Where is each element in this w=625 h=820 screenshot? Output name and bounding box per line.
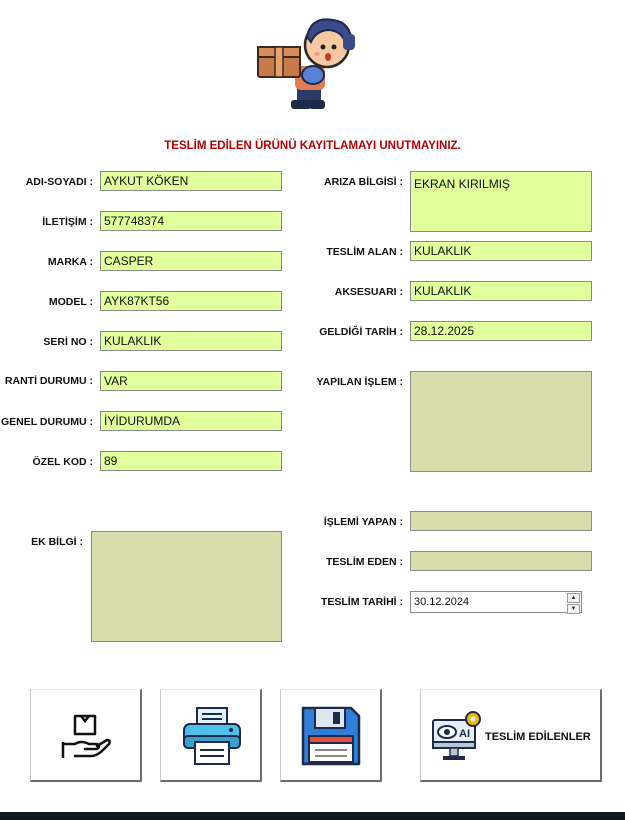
page-title: TESLİM EDİLEN ÜRÜNÜ KAYITLAMAYI UNUTMAYI… [164,140,461,152]
ozel-kod-label: ÖZEL KOD : [32,456,93,468]
model-field[interactable]: AYK87KT56 [100,291,282,311]
ek-bilgi-label: EK BİLGİ : [31,536,83,548]
adi-soyadi-label: ADI-SOYADI : [25,176,93,188]
model-label: MODEL : [48,296,93,308]
ai-monitor-icon: AI [432,711,481,760]
ariza-bilgisi-label: ARIZA BİLGİSİ : [324,176,403,188]
teslim-eden-label: TESLİM EDEN : [325,556,403,568]
svg-text:AI: AI [459,728,470,740]
spin-up-icon[interactable]: ▲ [567,593,580,603]
teslim-eden-field[interactable] [410,551,592,571]
teslim-alan-label: TESLİM ALAN : [326,246,403,258]
floppy-disk-icon [301,706,361,766]
spin-down-icon[interactable]: ▼ [567,604,580,614]
teslim-tarihi-picker[interactable]: 30.12.2024 ▲ ▼ [410,591,582,614]
teslim-edilenler-button[interactable]: AI TESLİM EDİLENLER [420,689,602,782]
printer-icon [183,707,241,765]
islemi-yapan-field[interactable] [410,511,592,531]
ariza-bilgisi-field[interactable]: EKRAN KIRILMIŞ [410,171,592,232]
iletisim-label: İLETİŞİM : [42,216,93,228]
seri-no-field[interactable]: KULAKLIK [100,331,282,351]
teslim-tarihi-label: TESLİM TARİHİ : [320,596,403,608]
print-button[interactable] [160,689,262,782]
geldigi-tarih-label: GELDİĞİ TARİH : [319,326,403,338]
ozel-kod-field[interactable]: 89 [100,451,282,471]
date-spinner[interactable]: ▲ ▼ [567,593,580,614]
save-button[interactable] [280,689,382,782]
aksesuari-field[interactable]: KULAKLIK [410,281,592,301]
hand-with-package-icon [61,714,111,758]
adi-soyadi-field[interactable]: AYKUT KÖKEN [100,171,282,191]
yapilan-islem-field[interactable] [410,371,592,472]
marka-field[interactable]: CASPER [100,251,282,271]
teslim-edilenler-label: TESLİM EDİLENLER [485,731,591,743]
yapilan-islem-label: YAPILAN İŞLEM : [316,376,403,388]
garanti-durumu-label: RANTİ DURUMU : [4,375,93,387]
teslim-alan-field[interactable]: KULAKLIK [410,241,592,261]
iletisim-field[interactable]: 577748374 [100,211,282,231]
marka-label: MARKA : [47,256,93,268]
deliver-button[interactable] [30,689,142,782]
garanti-durumu-field[interactable]: VAR [100,371,282,391]
delivery-man-with-box-icon [257,18,355,109]
teslim-tarihi-value: 30.12.2024 [414,596,470,608]
islemi-yapan-label: İŞLEMİ YAPAN : [323,516,403,528]
geldigi-tarih-field[interactable]: 28.12.2025 [410,321,592,341]
aksesuari-label: AKSESUARI : [334,286,403,298]
genel-durumu-label: GENEL DURUMU : [1,416,93,428]
genel-durumu-field[interactable]: İYİDURUMDA [100,411,282,431]
seri-no-label: SERİ NO : [43,336,93,348]
ek-bilgi-field[interactable] [91,531,282,642]
window-bottom-strip [0,812,625,820]
